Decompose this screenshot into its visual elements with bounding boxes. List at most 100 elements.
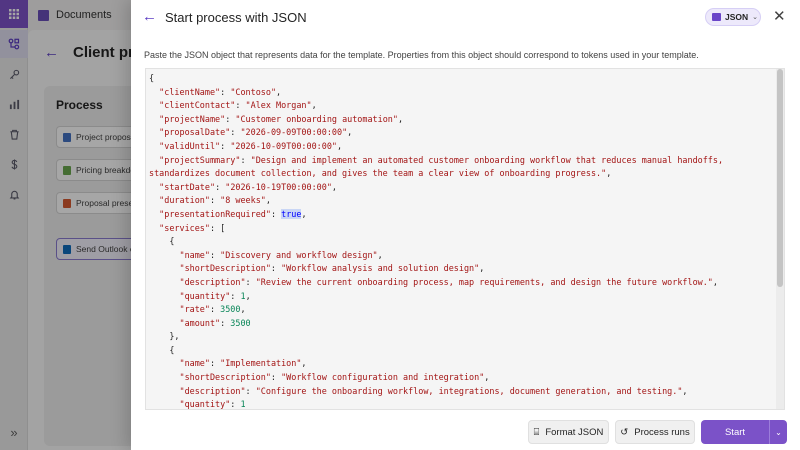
code-token: "Alex Morgan" xyxy=(245,100,312,111)
code-token: , xyxy=(265,195,271,206)
code-line[interactable]: "amount": 3500 xyxy=(149,317,784,331)
json-editor[interactable]: { "clientName": "Contoso", "clientContac… xyxy=(145,68,785,410)
process-runs-button[interactable]: ↺ Process runs xyxy=(615,420,695,444)
format-dropdown[interactable]: JSON ⌄ xyxy=(705,8,761,26)
back-arrow-icon[interactable]: ← xyxy=(142,9,157,24)
code-line[interactable]: "projectSummary": "Design and implement … xyxy=(149,154,784,168)
code-token: "2026-10-09T00:00:00" xyxy=(230,140,337,151)
code-line[interactable]: "duration": "8 weeks", xyxy=(149,194,784,208)
code-token: : xyxy=(230,399,241,410)
code-token: : xyxy=(270,263,282,274)
json-code[interactable]: { "clientName": "Contoso", "clientContac… xyxy=(146,69,784,410)
code-token: : xyxy=(270,208,282,219)
code-line[interactable]: "description": "Review the current onboa… xyxy=(149,276,784,290)
code-token: , xyxy=(377,249,383,260)
code-token: "amount" xyxy=(179,317,221,328)
panel-description: Paste the JSON object that represents da… xyxy=(144,50,699,60)
code-token: "name" xyxy=(179,249,210,260)
code-token: , xyxy=(712,276,718,287)
code-line[interactable]: { xyxy=(149,344,784,358)
code-token: "startDate" xyxy=(159,181,216,192)
code-line[interactable]: "presentationRequired": true, xyxy=(149,208,784,222)
close-icon[interactable]: ✕ xyxy=(773,7,786,25)
code-line[interactable]: "startDate": "2026-10-19T00:00:00", xyxy=(149,181,784,195)
code-token: "Review the current onboarding process, … xyxy=(255,276,713,287)
code-token: : xyxy=(240,154,251,165)
code-line[interactable]: "shortDescription": "Workflow analysis a… xyxy=(149,262,784,276)
code-line[interactable]: standardizes document collection, and gi… xyxy=(149,167,784,181)
format-dropdown-label: JSON xyxy=(725,12,749,22)
code-line[interactable]: "projectName": "Customer onboarding auto… xyxy=(149,113,784,127)
code-line[interactable]: "rate": 3500, xyxy=(149,303,784,317)
code-token: "description" xyxy=(179,385,246,396)
chevron-down-icon: ⌄ xyxy=(752,14,759,21)
code-token: , xyxy=(682,385,688,396)
code-token: : xyxy=(209,358,221,369)
start-options-chevron-icon[interactable]: ⌄ xyxy=(769,420,787,444)
format-json-button[interactable]: ⌸ Format JSON xyxy=(528,420,609,444)
code-token: "Customer onboarding automation" xyxy=(235,113,398,124)
code-line[interactable]: "shortDescription": "Workflow configurat… xyxy=(149,371,784,385)
format-icon: ⌸ xyxy=(533,426,540,438)
code-line[interactable]: }, xyxy=(149,330,784,344)
code-token: { xyxy=(149,73,155,83)
start-button[interactable]: Start xyxy=(701,420,769,444)
code-token: "Configure the onboarding workflow, inte… xyxy=(255,385,683,396)
code-token: "Contoso" xyxy=(230,86,277,97)
code-line[interactable]: "description": "Configure the onboarding… xyxy=(149,385,784,399)
code-token: : xyxy=(209,304,221,315)
code-line[interactable]: "quantity": 1 xyxy=(149,398,784,410)
code-line[interactable]: { xyxy=(149,72,784,86)
code-token: "duration" xyxy=(159,195,210,206)
code-token: : xyxy=(230,127,241,138)
code-token: , xyxy=(331,181,338,192)
code-token: "projectName" xyxy=(159,113,226,124)
panel-title: Start process with JSON xyxy=(165,10,307,25)
code-token: : xyxy=(209,195,221,206)
code-token: , xyxy=(245,290,251,301)
code-token: : xyxy=(220,140,231,151)
code-token: }, xyxy=(149,331,180,342)
code-line[interactable]: "name": "Implementation", xyxy=(149,357,784,371)
code-line[interactable]: "proposalDate": "2026-09-09T00:00:00", xyxy=(149,126,784,140)
code-line[interactable]: "clientContact": "Alex Morgan", xyxy=(149,99,784,113)
history-icon: ↺ xyxy=(620,426,629,438)
code-token: "shortDescription" xyxy=(179,372,271,383)
code-token: , xyxy=(479,263,485,274)
code-line[interactable]: "quantity": 1, xyxy=(149,290,784,304)
code-token: "Workflow configuration and integration" xyxy=(281,372,485,383)
code-token: "Implementation" xyxy=(220,358,302,369)
panel-footer: ⌸ Format JSON ↺ Process runs Start ⌄ xyxy=(131,420,800,446)
code-token: "proposalDate" xyxy=(159,127,231,138)
code-line[interactable]: "clientName": "Contoso", xyxy=(149,86,784,100)
code-line[interactable]: "services": [ xyxy=(149,222,784,236)
code-line[interactable]: { xyxy=(149,235,784,249)
code-token: "description" xyxy=(179,276,246,287)
scrollbar[interactable] xyxy=(776,69,784,409)
code-line[interactable]: "validUntil": "2026-10-09T00:00:00", xyxy=(149,140,784,154)
code-token: "Design and implement an automated custo… xyxy=(250,154,724,165)
code-token: , xyxy=(301,208,307,219)
json-icon xyxy=(712,13,721,21)
code-token: "Discovery and workflow design" xyxy=(220,249,378,260)
scrollbar-thumb[interactable] xyxy=(777,69,783,287)
code-line[interactable]: "name": "Discovery and workflow design", xyxy=(149,249,784,263)
code-token: true xyxy=(281,208,302,219)
